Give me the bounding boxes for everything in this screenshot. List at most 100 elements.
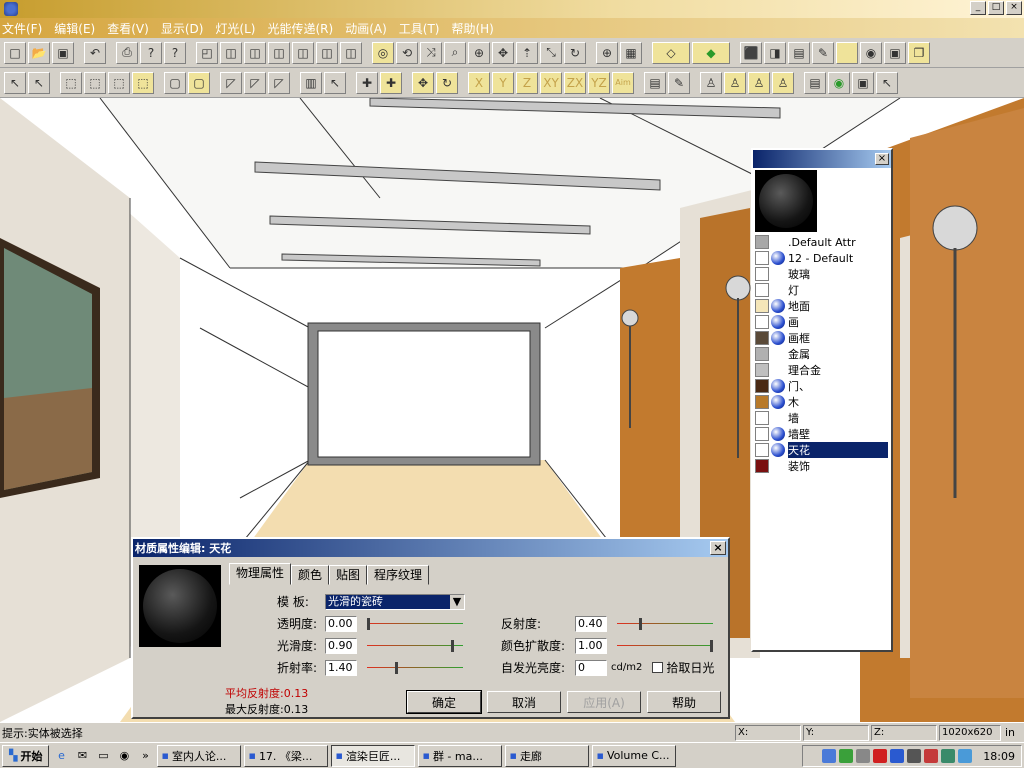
person3-icon[interactable]: ♙: [748, 71, 770, 94]
cube-front-icon[interactable]: ◫: [220, 41, 242, 64]
material-list-item[interactable]: 画: [753, 314, 891, 330]
help-button[interactable]: 帮助: [647, 691, 721, 713]
menu-help[interactable]: 帮助(H): [451, 20, 493, 37]
menu-radiosity[interactable]: 光能传递(R): [267, 20, 333, 37]
rotate-obj-icon[interactable]: ↻: [436, 71, 458, 94]
material-list-item[interactable]: 玻璃: [753, 266, 891, 282]
pan-icon[interactable]: ✥: [492, 41, 514, 64]
object-props-icon[interactable]: ▥: [300, 71, 322, 94]
print-icon[interactable]: ⎙: [116, 41, 138, 64]
open-folder-icon[interactable]: 📂: [28, 41, 50, 64]
edit-obj-icon[interactable]: ▤: [644, 71, 666, 94]
pencil-icon[interactable]: ✎: [812, 41, 834, 64]
menu-animation[interactable]: 动画(A): [345, 20, 387, 37]
person4-icon[interactable]: ♙: [772, 71, 794, 94]
axis-zx[interactable]: ZX: [564, 71, 586, 94]
layer-stack-icon[interactable]: ▤: [804, 71, 826, 94]
start-button[interactable]: ▚ 开始: [2, 744, 50, 767]
tilt-icon[interactable]: ⤡: [540, 41, 562, 64]
material-list-item[interactable]: 木: [753, 394, 891, 410]
group-icon[interactable]: ▢: [164, 71, 186, 94]
taskbar-task[interactable]: ▪ 走廊: [505, 744, 590, 767]
more-icon[interactable]: »: [136, 747, 154, 765]
move-snap-icon[interactable]: ✚: [380, 71, 402, 94]
material-list-item[interactable]: 理合金: [753, 362, 891, 378]
close-button[interactable]: ×: [1006, 1, 1022, 15]
cancel-button[interactable]: 取消: [487, 691, 561, 713]
context-help-icon[interactable]: ?: [164, 41, 186, 64]
minimize-button[interactable]: _: [970, 1, 986, 15]
menu-display[interactable]: 显示(D): [161, 20, 204, 37]
desktop-icon[interactable]: ▭: [94, 747, 112, 765]
select-invert-icon[interactable]: ◸: [244, 71, 266, 94]
material-list-item[interactable]: 墙: [753, 410, 891, 426]
new-file-icon[interactable]: □: [4, 41, 26, 64]
blank-tool-icon[interactable]: [836, 41, 858, 64]
tray-ime-icon[interactable]: [924, 749, 939, 763]
zoom-region-icon[interactable]: ⌕: [444, 41, 466, 64]
props-slider[interactable]: [367, 638, 463, 654]
tray-app-icon[interactable]: [890, 749, 905, 763]
menu-file[interactable]: 文件(F): [2, 20, 42, 37]
select-poly-icon[interactable]: ◸: [220, 71, 242, 94]
taskbar-task[interactable]: ▪ 室内人论...: [157, 744, 242, 767]
undo-icon[interactable]: ↶: [84, 41, 106, 64]
menu-light[interactable]: 灯光(L): [215, 20, 255, 37]
slider-thumb[interactable]: [710, 639, 713, 652]
walk-icon[interactable]: ⤨: [420, 41, 442, 64]
zoom-icon[interactable]: ⊕: [468, 41, 490, 64]
material-list-item[interactable]: 12 - Default: [753, 250, 891, 266]
apply-button[interactable]: 应用(A): [567, 691, 641, 713]
taskbar-task[interactable]: ▪ 17. 《梁...: [244, 744, 329, 767]
props_right-slider[interactable]: [617, 616, 713, 632]
material-list-item[interactable]: 门、: [753, 378, 891, 394]
ungroup-icon[interactable]: ▢: [188, 71, 210, 94]
maximize-button[interactable]: □: [988, 1, 1004, 15]
mail-icon[interactable]: ✉: [73, 747, 91, 765]
material-list-item[interactable]: 金属: [753, 346, 891, 362]
cube-left-icon[interactable]: ◫: [316, 41, 338, 64]
select-filter-icon[interactable]: ◸: [268, 71, 290, 94]
tray-misc-icon[interactable]: [958, 749, 973, 763]
material-list-item[interactable]: 灯: [753, 282, 891, 298]
edit-obj2-icon[interactable]: ✎: [668, 71, 690, 94]
ok-button[interactable]: 确定: [406, 690, 482, 714]
pointer-tool-icon[interactable]: ↖: [876, 71, 898, 94]
axis-xy[interactable]: XY: [540, 71, 562, 94]
person2-icon[interactable]: ♙: [724, 71, 746, 94]
menu-edit[interactable]: 编辑(E): [54, 20, 95, 37]
taskbar-task[interactable]: ▪ Volume C...: [592, 744, 677, 767]
zoom-in-icon[interactable]: ⊕: [596, 41, 618, 64]
props-input[interactable]: 0.90: [325, 637, 357, 654]
move-plus-icon[interactable]: ✚: [356, 71, 378, 94]
axis-y[interactable]: Y: [492, 71, 514, 94]
tray-network-icon[interactable]: [822, 749, 837, 763]
menu-tools[interactable]: 工具(T): [399, 20, 440, 37]
tray-tool-icon[interactable]: [941, 749, 956, 763]
tab-color[interactable]: 颜色: [291, 565, 330, 585]
cube-right-icon[interactable]: ◫: [340, 41, 362, 64]
dolly-icon[interactable]: ⇡: [516, 41, 538, 64]
material-list-item[interactable]: 画框: [753, 330, 891, 346]
select-arrow-icon[interactable]: ↖: [4, 71, 26, 94]
person-icon[interactable]: ♙: [700, 71, 722, 94]
material-panel-close-button[interactable]: ×: [875, 153, 889, 165]
cube-view-icon[interactable]: ◰: [196, 41, 218, 64]
material-list-item[interactable]: .Default Attr: [753, 234, 891, 250]
media-icon[interactable]: ◉: [115, 747, 133, 765]
green-globe-icon[interactable]: ◉: [828, 71, 850, 94]
emissive-input[interactable]: 0: [575, 659, 607, 676]
render-wire-icon[interactable]: ◇: [652, 41, 690, 64]
rotate-icon[interactable]: ↻: [564, 41, 586, 64]
tray-k-icon[interactable]: [873, 749, 888, 763]
cube-back-icon[interactable]: ◫: [292, 41, 314, 64]
orbit-icon[interactable]: ⟲: [396, 41, 418, 64]
tray-security-icon[interactable]: [839, 749, 854, 763]
tab-procedural[interactable]: 程序纹理: [367, 565, 430, 585]
select-window-icon[interactable]: ⬚: [60, 71, 82, 94]
axis-x[interactable]: X: [468, 71, 490, 94]
material-list-item[interactable]: 天花: [753, 442, 891, 458]
tab-physical[interactable]: 物理属性: [229, 563, 292, 585]
slider-thumb[interactable]: [639, 617, 643, 630]
axis-yz[interactable]: YZ: [588, 71, 610, 94]
